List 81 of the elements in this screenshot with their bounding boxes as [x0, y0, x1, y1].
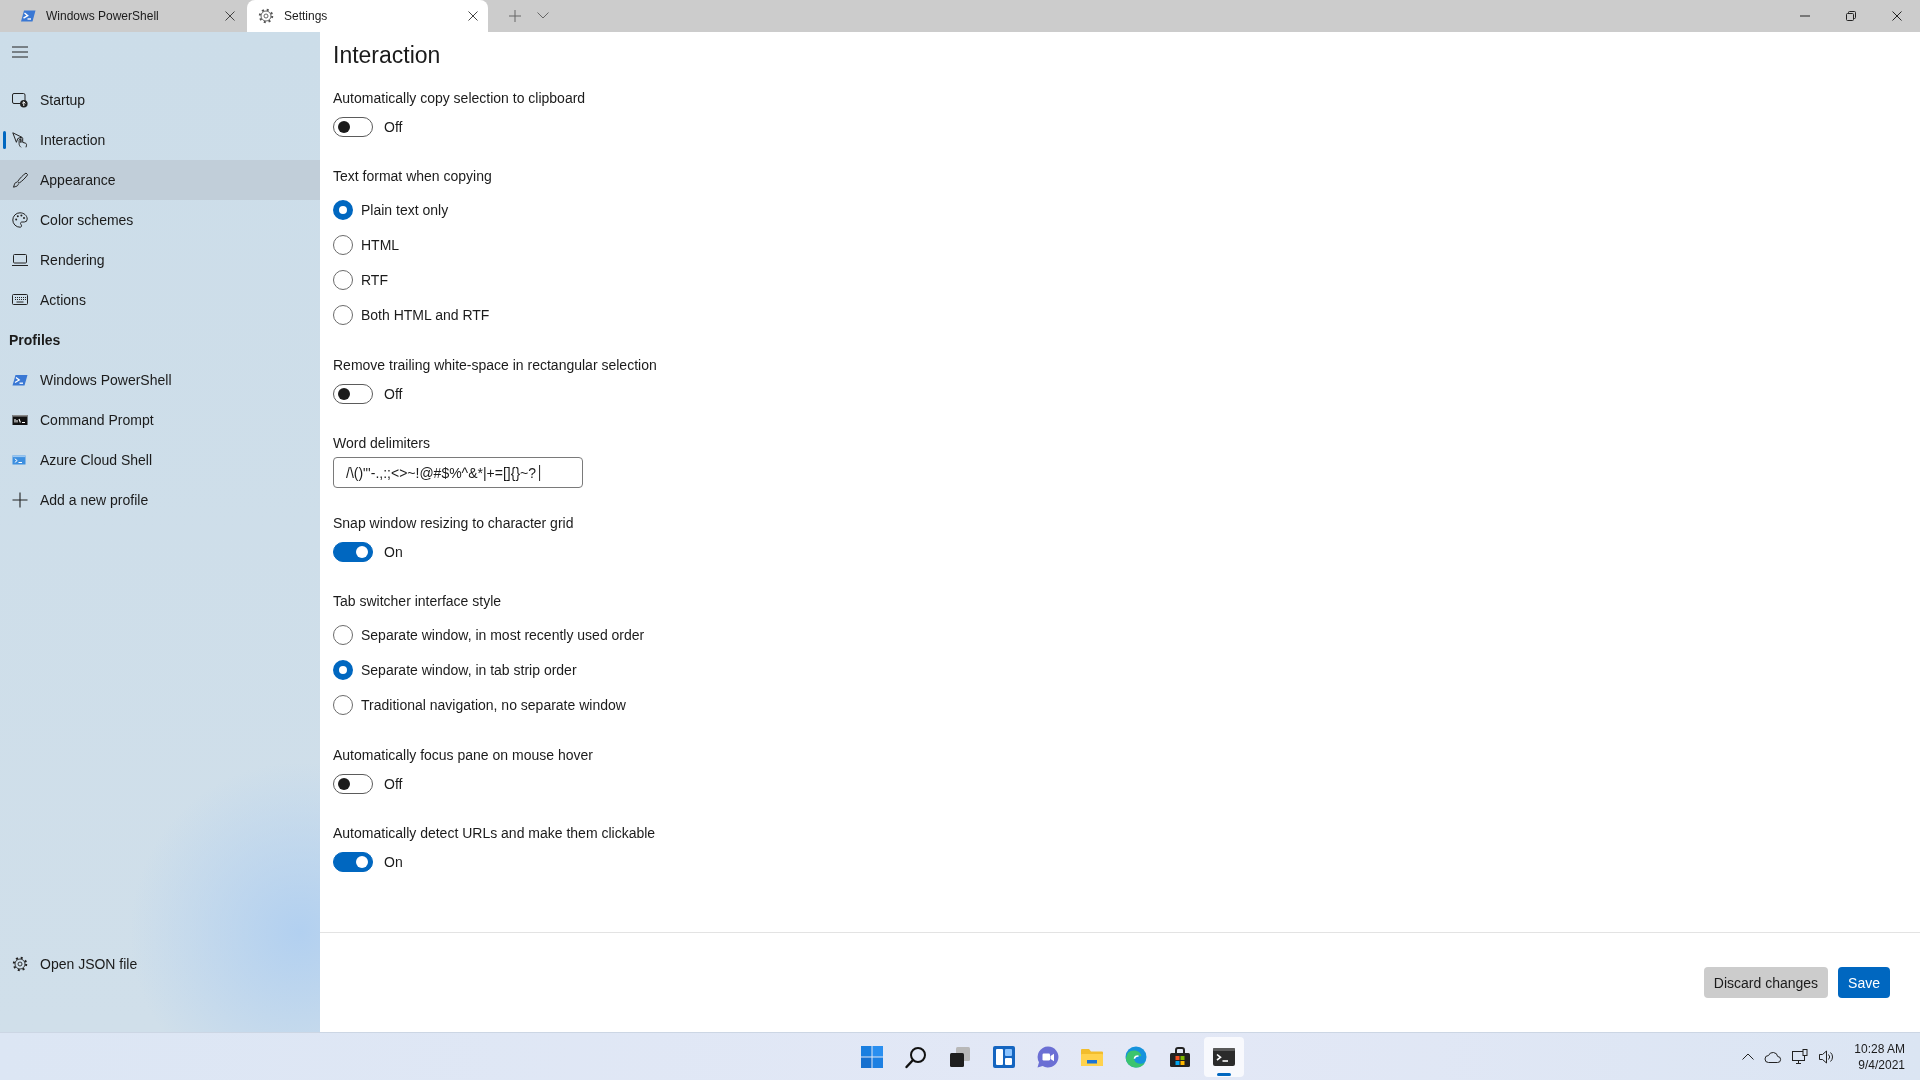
nav-item[interactable]: Add a new profile — [0, 480, 320, 520]
toggle-switch[interactable] — [333, 852, 373, 872]
toggle-state-label: Off — [384, 775, 403, 794]
nav-item[interactable]: Rendering — [0, 240, 320, 280]
toggle-state-label: Off — [384, 118, 403, 137]
restore-icon[interactable] — [1846, 11, 1856, 21]
toggle-state-label: On — [384, 853, 403, 872]
palette-icon — [12, 212, 28, 228]
radio-button[interactable] — [333, 234, 353, 255]
radio-button[interactable] — [333, 269, 353, 290]
radio-label[interactable]: Separate window, in most recently used order — [361, 624, 645, 645]
hand-pointer-icon — [12, 132, 28, 148]
toggle-state-label: On — [384, 543, 403, 562]
nav-item[interactable]: Appearance — [0, 160, 320, 200]
prompt-icon — [12, 372, 28, 388]
panels-icon — [992, 1044, 1016, 1069]
speaker-icon[interactable] — [1818, 1048, 1835, 1065]
close-icon[interactable] — [225, 11, 235, 21]
nav-item[interactable]: Open JSON file — [0, 944, 320, 984]
keyboard-icon — [12, 292, 28, 308]
setting-label: Automatically copy selection to clipboard — [333, 89, 586, 108]
console-icon — [12, 412, 28, 428]
laptop-icon — [12, 252, 28, 268]
chat-camera-icon — [1036, 1044, 1060, 1069]
chevron-up-icon[interactable] — [1742, 1053, 1755, 1060]
setting-label: Snap window resizing to character grid — [333, 514, 574, 533]
toggle-switch[interactable] — [333, 542, 373, 562]
radio-button[interactable] — [333, 304, 353, 325]
setting-label: Remove trailing white-space in rectangular selection — [333, 356, 657, 375]
prompt-icon — [20, 8, 36, 24]
shopping-bag-icon — [1168, 1044, 1192, 1069]
nav-item[interactable]: Azure Cloud Shell — [0, 440, 320, 480]
radio-button[interactable] — [333, 624, 353, 645]
nav-item[interactable]: Actions — [0, 280, 320, 320]
toggle-switch[interactable] — [333, 117, 373, 137]
clock-date: 9/4/2021 — [1858, 1056, 1905, 1073]
setting-label: Word delimiters — [333, 434, 430, 453]
radio-label[interactable]: Separate window, in tab strip order — [361, 659, 577, 680]
nav-item[interactable]: Color schemes — [0, 200, 320, 240]
close-icon[interactable] — [468, 11, 478, 21]
brush-icon — [12, 172, 28, 188]
overlapping-squares-icon — [948, 1044, 972, 1069]
toggle-switch[interactable] — [333, 774, 373, 794]
radio-label[interactable]: Both HTML and RTF — [361, 304, 490, 325]
gear-icon — [258, 8, 274, 24]
nav-item[interactable]: Startup — [0, 80, 320, 120]
radio-label[interactable]: Traditional navigation, no separate window — [361, 694, 626, 715]
radio-button[interactable] — [333, 199, 353, 220]
save-button[interactable]: Save — [1838, 967, 1890, 998]
radio-label[interactable]: Plain text only — [361, 199, 449, 220]
nav-item[interactable]: Command Prompt — [0, 400, 320, 440]
search-icon — [904, 1044, 928, 1069]
cloud-icon[interactable] — [1764, 1050, 1783, 1063]
toggle-state-label: Off — [384, 385, 403, 404]
taskbar-button[interactable] — [1204, 1036, 1244, 1077]
chevron-down-icon[interactable] — [537, 12, 549, 19]
toggle-switch[interactable] — [333, 384, 373, 404]
nav-item[interactable]: Windows PowerShell — [0, 360, 320, 400]
grid-squares-icon — [860, 1044, 884, 1069]
setting-label: Automatically focus pane on mouse hover — [333, 746, 593, 765]
clock-time: 10:28 AM — [1854, 1040, 1905, 1057]
gear-icon — [12, 956, 28, 972]
close-icon[interactable] — [1892, 11, 1902, 21]
radio-label[interactable]: RTF — [361, 269, 388, 290]
radio-button[interactable] — [333, 694, 353, 715]
nav-item[interactable]: Interaction — [0, 120, 320, 160]
plus-icon — [12, 492, 28, 508]
radio-label[interactable]: HTML — [361, 234, 400, 255]
tab[interactable]: Windows PowerShell — [4, 0, 245, 32]
discard-button[interactable]: Discard changes — [1703, 967, 1829, 998]
setting-label: Text format when copying — [333, 167, 492, 186]
menu-icon[interactable] — [12, 46, 28, 58]
monitor-icon[interactable] — [1792, 1048, 1809, 1065]
page-title: Interaction — [333, 41, 441, 70]
tab[interactable]: Settings — [247, 0, 488, 32]
swirl-circle-icon — [1124, 1044, 1148, 1069]
setting-label: Automatically detect URLs and make them clickable — [333, 824, 656, 843]
window-arrow-icon — [12, 92, 28, 108]
setting-label: Tab switcher interface style — [333, 592, 502, 611]
section-heading: Profiles — [9, 332, 61, 348]
radio-button[interactable] — [333, 659, 353, 680]
